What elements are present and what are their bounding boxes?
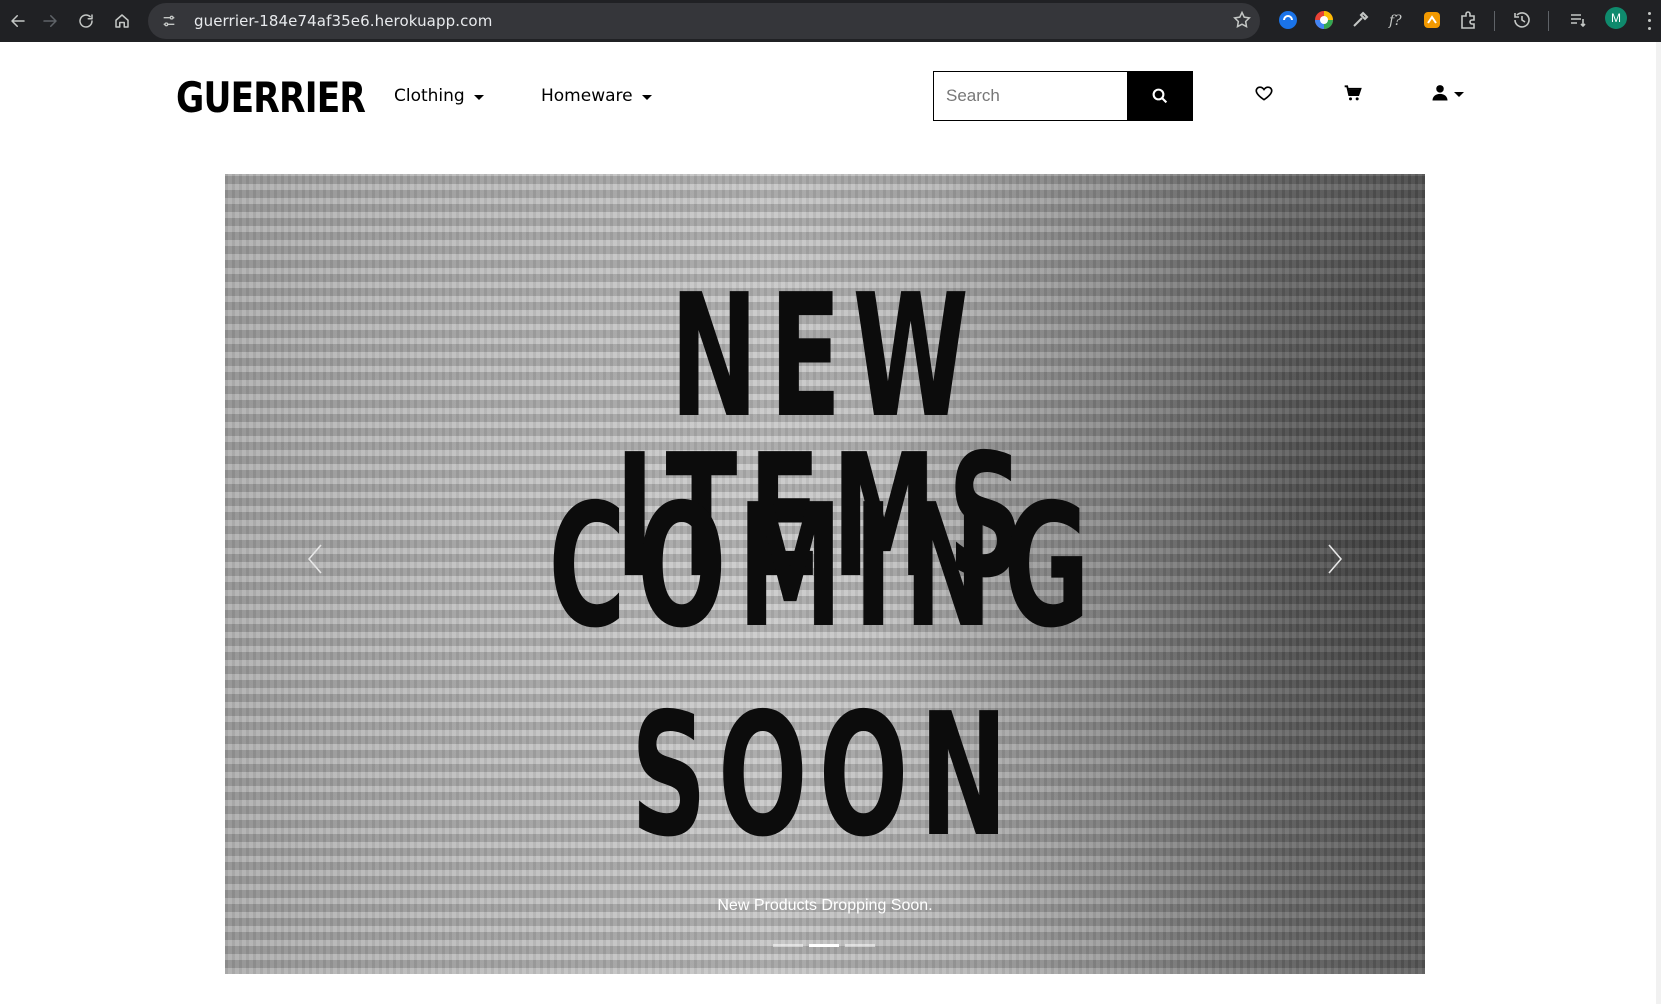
shopping-cart-icon[interactable]	[1340, 80, 1366, 106]
profile-avatar[interactable]: M	[1605, 7, 1627, 29]
search-icon	[1152, 88, 1167, 104]
history-icon[interactable]	[1511, 9, 1533, 31]
chevron-right-icon	[1328, 544, 1343, 574]
chevron-left-icon	[307, 544, 322, 574]
homeware-dropdown[interactable]: Homeware	[541, 86, 652, 106]
browser-menu-icon[interactable]	[1646, 10, 1652, 32]
account-dropdown[interactable]	[1427, 80, 1467, 106]
carousel-indicators	[773, 944, 875, 947]
toolbar-divider	[1494, 11, 1495, 31]
clothing-dropdown[interactable]: Clothing	[394, 86, 484, 106]
caret-down-icon	[473, 94, 484, 100]
hero-headline-line-2: COMING	[548, 468, 1102, 666]
carousel-next-button[interactable]	[1320, 539, 1350, 579]
caret-down-icon	[641, 94, 652, 100]
user-icon	[1432, 85, 1448, 101]
extension-color-wheel-icon[interactable]	[1313, 9, 1335, 31]
svg-text:f?: f?	[1388, 13, 1402, 29]
carousel-indicator-1[interactable]	[773, 944, 803, 947]
search-form	[933, 71, 1193, 121]
carousel-indicator-2[interactable]	[809, 944, 839, 947]
font-extension-icon[interactable]: f?	[1385, 9, 1407, 31]
wishlist-heart-icon[interactable]	[1251, 80, 1277, 106]
clothing-menu-label[interactable]: Clothing	[394, 86, 465, 106]
site-header: GUERRIER Clothing Homeware	[0, 42, 1661, 152]
extension-blue-icon[interactable]	[1277, 9, 1299, 31]
carousel-indicator-3[interactable]	[845, 944, 875, 947]
toolbar-divider	[1548, 11, 1549, 31]
forward-icon[interactable]	[32, 3, 68, 39]
page-scrollbar[interactable]	[1656, 42, 1661, 1004]
search-input[interactable]	[934, 72, 1127, 120]
carousel-caption: New Products Dropping Soon.	[717, 897, 933, 914]
caret-down-icon	[1454, 91, 1464, 97]
extension-orange-icon[interactable]	[1421, 9, 1443, 31]
reading-list-icon[interactable]	[1567, 9, 1589, 31]
hero-carousel: NEW ITEMS COMING SOON New Products Dropp…	[225, 174, 1425, 974]
search-button[interactable]	[1127, 72, 1192, 120]
eyedropper-icon[interactable]	[1349, 9, 1371, 31]
brand-logo[interactable]: GUERRIER	[176, 74, 366, 122]
url-text[interactable]: guerrier-184e74af35e6.herokuapp.com	[194, 12, 492, 30]
site-settings-icon[interactable]	[158, 10, 180, 32]
homeware-menu-label[interactable]: Homeware	[541, 86, 633, 106]
reload-icon[interactable]	[68, 3, 104, 39]
extensions-puzzle-icon[interactable]	[1457, 9, 1479, 31]
address-bar[interactable]: guerrier-184e74af35e6.herokuapp.com	[148, 3, 1260, 39]
back-icon[interactable]	[0, 3, 36, 39]
bookmark-star-icon[interactable]	[1232, 10, 1252, 35]
carousel-prev-button[interactable]	[300, 539, 330, 579]
browser-toolbar: guerrier-184e74af35e6.herokuapp.com f? M	[0, 0, 1661, 42]
hero-headline-line-3: SOON	[631, 677, 1019, 875]
home-icon[interactable]	[104, 3, 140, 39]
